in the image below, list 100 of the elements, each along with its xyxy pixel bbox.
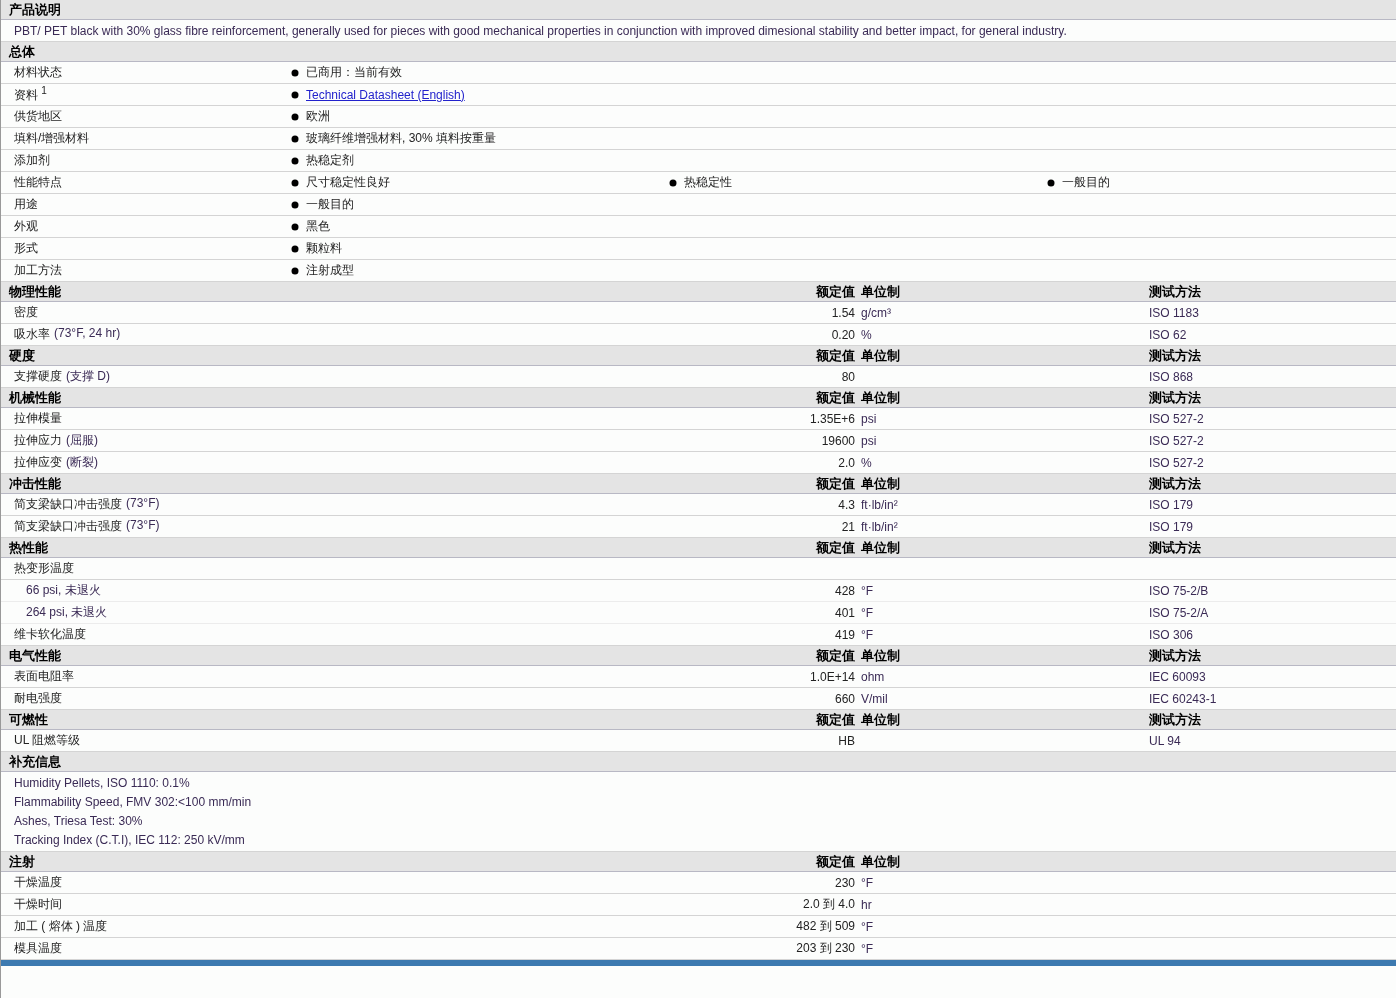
column-header: 测试方法 (1149, 710, 1201, 729)
property-label: 加工 ( 熔体 ) 温度 (13, 918, 108, 935)
column-header: 额定值 (816, 646, 855, 665)
test-method: UL 94 (1149, 733, 1181, 748)
section-title: 冲击性能 (8, 474, 62, 493)
test-method: ISO 179 (1149, 497, 1194, 512)
property-value: 已商用：当前有效 (306, 64, 402, 81)
property-label: 密度 (13, 304, 38, 321)
section-header: 总体 (1, 42, 1396, 62)
bullet-icon (291, 156, 299, 165)
property-label: 吸水率 (13, 326, 50, 343)
note-text: Tracking Index (C.T.I), IEC 112: 250 kV/mm (13, 832, 245, 849)
unit-text: °F (861, 627, 874, 642)
unit-text: °F (861, 583, 874, 598)
property-value: 80 (841, 369, 855, 384)
product-description: PBT/ PET black with 30% glass fibre reinforcement, generally used for pieces with good mechanical properties in conjunction with improved dimesional stability and better impact, for general industry. (13, 23, 1067, 38)
unit-text: °F (861, 605, 874, 620)
unit-text: hr (861, 897, 872, 912)
property-label: 加工方法 (13, 262, 63, 279)
test-method: ISO 527-2 (1149, 411, 1204, 426)
unit-text: °F (861, 941, 874, 956)
property-value: 欧洲 (306, 108, 330, 125)
property-value: 尺寸稳定性良好 (306, 174, 390, 191)
section-title: 电气性能 (8, 646, 62, 665)
property-label: 热变形温度 (13, 560, 74, 577)
unit-text: psi (861, 433, 877, 448)
column-header: 额定值 (816, 282, 855, 301)
column-header: 单位制 (861, 852, 900, 871)
property-value: 一般目的 (306, 196, 354, 213)
column-header: 单位制 (861, 710, 900, 729)
property-value: 1.35E+6 (809, 411, 855, 426)
property-label: 表面电阻率 (13, 668, 74, 685)
property-label: 资料 $^{1}$ (13, 85, 48, 104)
property-label: 干燥温度 (13, 874, 62, 891)
test-method: IEC 60243-1 (1149, 691, 1217, 706)
property-label: 简支梁缺口冲击强度 (13, 496, 122, 513)
property-label: 供货地区 (13, 108, 63, 125)
datasheet-link[interactable]: Technical Datasheet (English) (306, 87, 465, 102)
property-label: 拉伸模量 (13, 410, 62, 427)
property-label: 填料/增强材料 (13, 130, 91, 147)
test-condition: (断裂) (66, 454, 98, 471)
property-value: 19600 (821, 433, 855, 448)
section-header: 产品说明 (1, 0, 1396, 20)
property-label: 简支梁缺口冲击强度 (13, 518, 122, 535)
test-method: ISO 62 (1149, 327, 1187, 342)
unit-text: °F (861, 875, 874, 890)
bullet-icon (291, 68, 299, 77)
property-value: 419 (834, 627, 855, 642)
property-value: 一般目的 (1062, 174, 1110, 191)
unit-text: % (861, 455, 872, 470)
note-text: Humidity Pellets, ISO 1110: 0.1% (13, 775, 190, 792)
column-header: 单位制 (861, 388, 900, 407)
column-header: 单位制 (861, 282, 900, 301)
bullet-icon (291, 200, 299, 209)
property-value: 热稳定剂 (306, 152, 354, 169)
property-label: 材料状态 (13, 64, 63, 81)
section-title: 机械性能 (7, 388, 62, 407)
section-title: 可燃性 (8, 710, 49, 729)
test-method: ISO 1183 (1149, 305, 1199, 320)
property-value: 230 (834, 875, 855, 890)
bullet-icon (291, 266, 299, 275)
test-condition: (73°F) (126, 518, 160, 534)
property-label: 用途 (13, 196, 39, 213)
unit-text: ft·lb/in² (861, 497, 898, 512)
column-header: 测试方法 (1149, 474, 1201, 493)
test-method: ISO 527-2 (1149, 455, 1204, 470)
property-label: 模具温度 (13, 940, 62, 957)
test-condition: (73°F) (126, 496, 160, 512)
unit-text: psi (861, 411, 877, 426)
column-header: 测试方法 (1149, 282, 1201, 301)
property-label: 66 psi, 未退火 (25, 582, 101, 599)
bullet-icon (291, 222, 299, 231)
property-label: 性能特点 (13, 174, 63, 191)
column-header: 单位制 (861, 474, 900, 493)
property-label: 耐电强度 (13, 690, 62, 707)
test-method: ISO 179 (1149, 519, 1194, 534)
test-method: ISO 306 (1149, 627, 1194, 642)
property-value: 0.20 (831, 327, 855, 342)
bullet-icon (291, 134, 299, 143)
bullet-icon (1047, 178, 1055, 187)
column-header: 单位制 (861, 346, 900, 365)
test-condition: (73°F, 24 hr) (54, 326, 121, 342)
bullet-icon (291, 244, 299, 253)
test-method: ISO 868 (1149, 369, 1194, 384)
property-label: 添加剂 (13, 152, 51, 169)
unit-text: °F (861, 919, 874, 934)
property-label: 维卡软化温度 (13, 626, 86, 643)
property-label: 外观 (13, 218, 39, 235)
section-title: 注射 (8, 852, 36, 871)
unit-text: ft·lb/in² (861, 519, 898, 534)
note-text: Ashes, Triesa Test: 30% (13, 813, 143, 830)
test-condition: (屈服) (66, 432, 98, 449)
column-header: 额定值 (816, 710, 855, 729)
property-label: 干燥时间 (13, 896, 62, 913)
column-header: 测试方法 (1149, 346, 1201, 365)
test-method: ISO 75-2/A (1149, 605, 1209, 620)
property-value: 黑色 (306, 218, 330, 235)
property-label: 支撑硬度 (13, 368, 62, 385)
property-value: 203 到 230 (796, 941, 855, 955)
column-header: 额定值 (816, 346, 855, 365)
